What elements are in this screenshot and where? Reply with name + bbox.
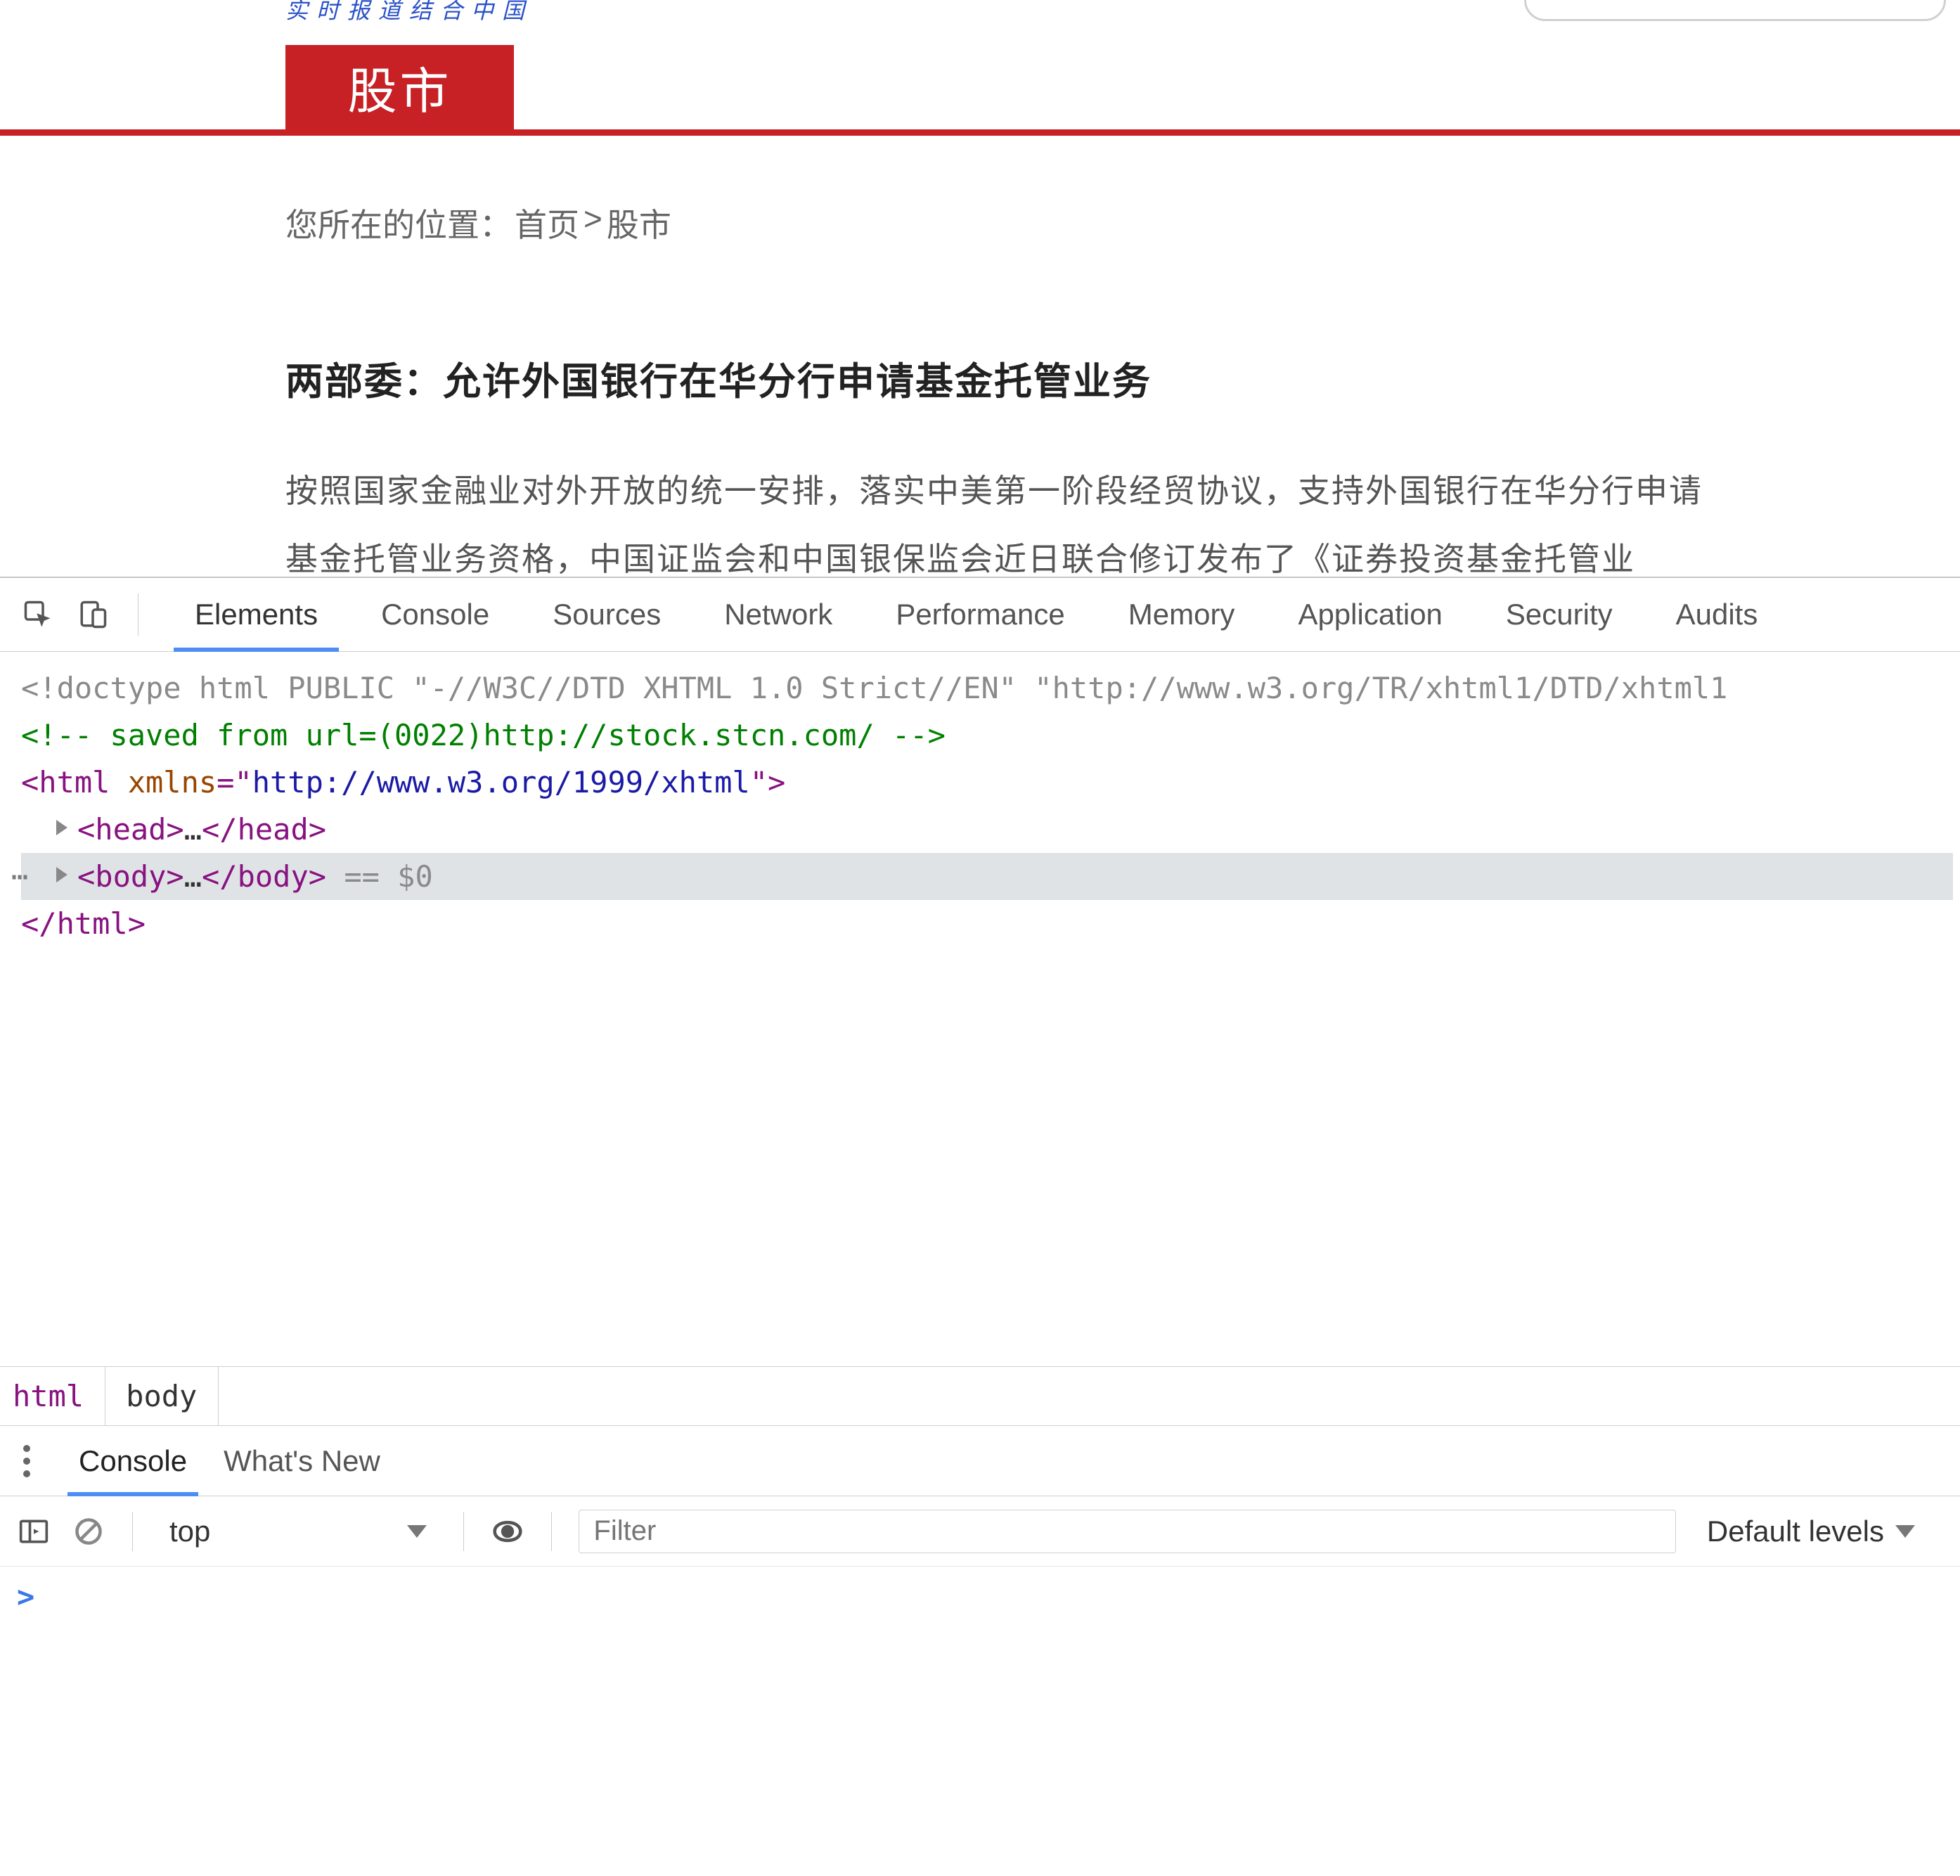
breadcrumb: 您所在的位置： 首页 > 股市 bbox=[285, 200, 671, 246]
tab-memory[interactable]: Memory bbox=[1107, 578, 1256, 651]
live-expression-icon[interactable] bbox=[491, 1515, 524, 1548]
log-levels-select[interactable]: Default levels bbox=[1707, 1515, 1915, 1548]
console-body[interactable]: > bbox=[0, 1567, 1960, 1876]
tab-network[interactable]: Network bbox=[703, 578, 853, 651]
site-tagline: 实时报道结合中国 bbox=[285, 0, 533, 25]
chevron-down-icon bbox=[1895, 1525, 1915, 1538]
webpage-content: 实时报道结合中国 股市 您所在的位置： 首页 > 股市 两部委：允许外国银行在华… bbox=[0, 0, 1960, 577]
dom-html-close[interactable]: </html> bbox=[21, 900, 1953, 947]
separator bbox=[132, 1512, 133, 1551]
tab-security[interactable]: Security bbox=[1485, 578, 1634, 651]
separator bbox=[463, 1512, 464, 1551]
console-context-select[interactable]: top bbox=[160, 1515, 437, 1548]
article-line: 按照国家金融业对外开放的统一安排，落实中美第一阶段经贸协议，支持外国银行在华分行… bbox=[285, 457, 1960, 525]
breadcrumb-prefix: 您所在的位置： bbox=[285, 200, 512, 246]
tab-application[interactable]: Application bbox=[1277, 578, 1463, 651]
tab-performance[interactable]: Performance bbox=[875, 578, 1085, 651]
console-sidebar-toggle-icon[interactable] bbox=[17, 1515, 51, 1548]
dom-breadcrumb: html body bbox=[0, 1366, 1960, 1426]
kebab-menu-icon[interactable] bbox=[21, 1445, 32, 1477]
expand-triangle-icon[interactable] bbox=[56, 867, 67, 882]
separator bbox=[551, 1512, 552, 1551]
search-box[interactable] bbox=[1524, 0, 1946, 21]
dom-tree[interactable]: <!doctype html PUBLIC "-//W3C//DTD XHTML… bbox=[0, 652, 1960, 1366]
dom-doctype[interactable]: <!doctype html PUBLIC "-//W3C//DTD XHTML… bbox=[21, 664, 1953, 712]
drawer-tabbar: Console What's New bbox=[0, 1426, 1960, 1496]
dom-html-open[interactable]: <html xmlns="http://www.w3.org/1999/xhtm… bbox=[21, 759, 1953, 806]
dom-body[interactable]: <body>…</body> == $0 bbox=[21, 853, 1953, 900]
inspect-element-icon[interactable] bbox=[21, 598, 55, 631]
chevron-down-icon bbox=[407, 1525, 427, 1538]
article-body: 按照国家金融业对外开放的统一安排，落实中美第一阶段经贸协议，支持外国银行在华分行… bbox=[285, 457, 1960, 593]
dom-head[interactable]: <head>…</head> bbox=[21, 806, 1953, 853]
crumb-body[interactable]: body bbox=[105, 1367, 218, 1425]
console-filter-input[interactable] bbox=[579, 1510, 1675, 1553]
tab-sources[interactable]: Sources bbox=[531, 578, 682, 651]
console-toolbar: top Default levels bbox=[0, 1496, 1960, 1567]
context-label: top bbox=[169, 1515, 210, 1548]
levels-label: Default levels bbox=[1707, 1515, 1884, 1548]
expand-triangle-icon[interactable] bbox=[56, 820, 67, 835]
device-toolbar-icon[interactable] bbox=[76, 598, 110, 631]
console-prompt-icon: > bbox=[17, 1579, 34, 1614]
tab-elements[interactable]: Elements bbox=[174, 578, 339, 651]
clear-console-icon[interactable] bbox=[72, 1515, 105, 1548]
divider bbox=[0, 129, 1960, 136]
tab-audits[interactable]: Audits bbox=[1655, 578, 1779, 651]
article-title[interactable]: 两部委：允许外国银行在华分行申请基金托管业务 bbox=[285, 350, 1152, 406]
devtools-tabbar: Elements Console Sources Network Perform… bbox=[0, 578, 1960, 652]
drawer-tab-console[interactable]: Console bbox=[67, 1426, 198, 1496]
drawer-tab-whatsnew[interactable]: What's New bbox=[212, 1426, 392, 1496]
breadcrumb-home[interactable]: 首页 bbox=[515, 200, 579, 246]
section-tab[interactable]: 股市 bbox=[285, 45, 514, 129]
tab-console[interactable]: Console bbox=[360, 578, 510, 651]
devtools-panel: Elements Console Sources Network Perform… bbox=[0, 577, 1960, 1876]
dom-comment[interactable]: <!-- saved from url=(0022)http://stock.s… bbox=[21, 712, 1953, 759]
breadcrumb-current[interactable]: 股市 bbox=[607, 200, 671, 246]
breadcrumb-sep: > bbox=[584, 200, 602, 246]
crumb-html[interactable]: html bbox=[0, 1367, 105, 1425]
